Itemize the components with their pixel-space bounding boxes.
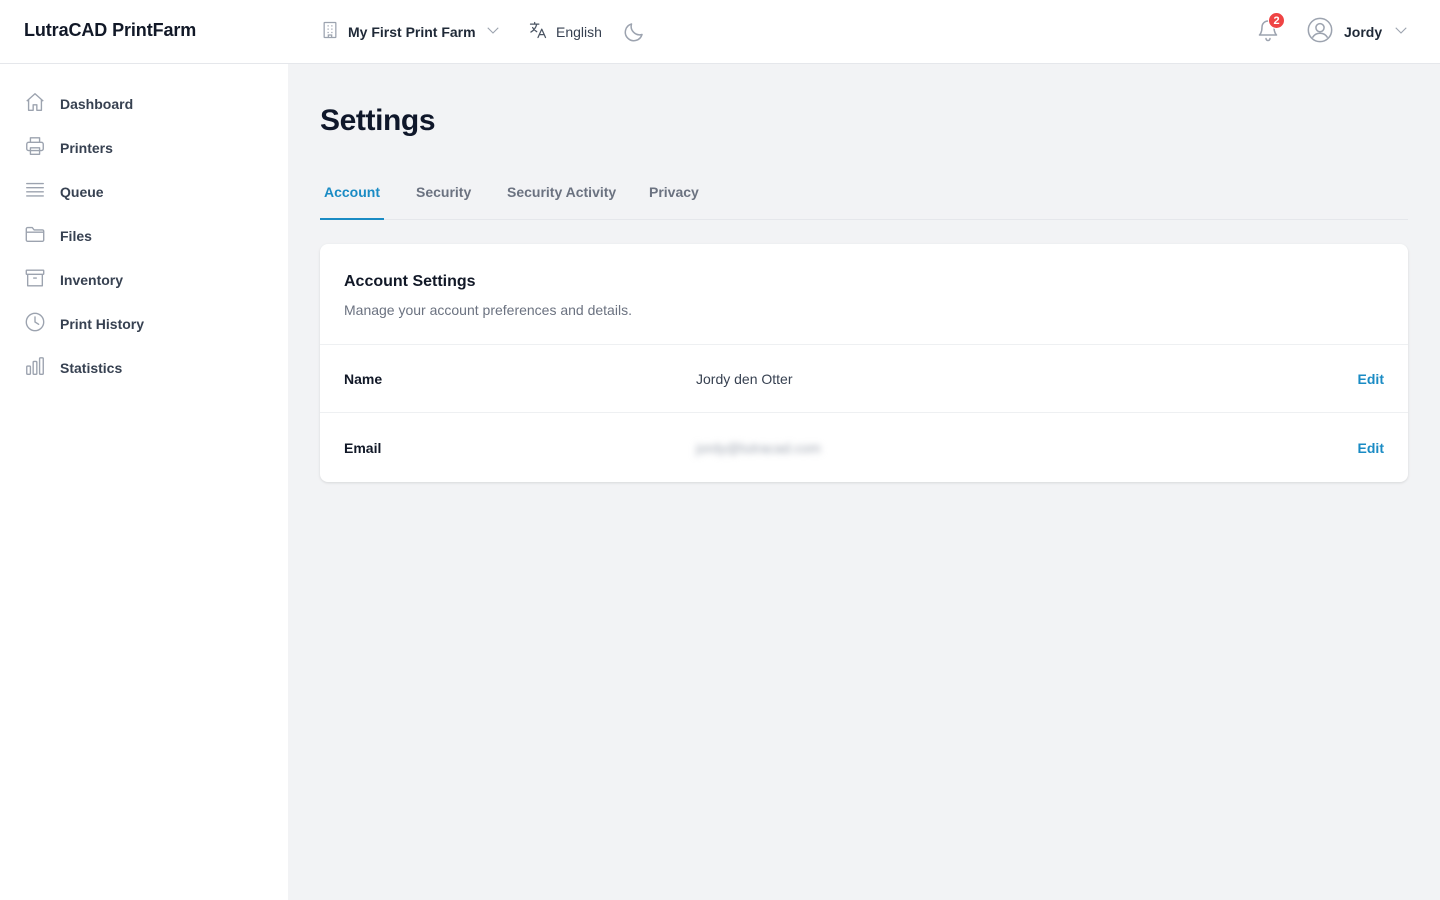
chevron-down-icon	[484, 21, 502, 44]
email-value: jordy@lutracad.com	[696, 440, 821, 456]
sidebar: Dashboard Printers Queue Files Inventory…	[0, 64, 288, 900]
card-header: Account Settings Manage your account pre…	[320, 244, 1408, 345]
app-title: LutraCAD PrintFarm	[24, 20, 197, 40]
card-subtitle: Manage your account preferences and deta…	[344, 302, 632, 318]
language-label: English	[556, 24, 602, 40]
email-row: Email jordy@lutracad.com Edit	[320, 414, 1408, 482]
tab-security[interactable]: Security	[412, 176, 475, 220]
name-label: Name	[344, 371, 383, 387]
sidebar-item-statistics[interactable]: Statistics	[24, 356, 122, 380]
sidebar-item-label: Statistics	[60, 360, 123, 376]
queue-icon	[24, 179, 46, 206]
name-row: Name Jordy den Otter Edit	[320, 345, 1408, 413]
user-name: Jordy	[1344, 24, 1383, 40]
account-settings-card: Account Settings Manage your account pre…	[320, 244, 1408, 482]
user-menu[interactable]: Jordy	[1306, 17, 1410, 47]
farm-selector-label: My First Print Farm	[348, 24, 476, 40]
sidebar-item-queue[interactable]: Queue	[24, 180, 104, 204]
sidebar-item-label: Dashboard	[60, 96, 134, 112]
card-title: Account Settings	[344, 273, 476, 290]
name-value: Jordy den Otter	[696, 371, 793, 387]
notification-count-badge: 2	[1268, 12, 1285, 29]
sidebar-item-label: Queue	[60, 184, 104, 200]
settings-tabs: Account Security Security Activity Priva…	[320, 176, 1408, 220]
home-icon	[24, 91, 46, 118]
sidebar-item-print-history[interactable]: Print History	[24, 312, 144, 336]
archive-icon	[24, 267, 46, 294]
notifications-button[interactable]: 2	[1256, 12, 1285, 46]
translate-icon	[528, 20, 548, 45]
tab-account[interactable]: Account	[320, 176, 384, 220]
user-circle-icon	[1306, 16, 1334, 49]
printer-icon	[24, 135, 46, 162]
farm-selector[interactable]: My First Print Farm	[320, 20, 502, 44]
tab-privacy[interactable]: Privacy	[645, 176, 703, 220]
moon-icon	[622, 23, 646, 48]
clock-icon	[24, 311, 46, 338]
edit-name-button[interactable]: Edit	[1358, 371, 1384, 387]
sidebar-item-inventory[interactable]: Inventory	[24, 268, 123, 292]
sidebar-item-label: Print History	[60, 316, 145, 332]
sidebar-item-label: Inventory	[60, 272, 124, 288]
theme-toggle[interactable]	[622, 20, 646, 44]
top-bar: LutraCAD PrintFarm My First Print Farm E…	[0, 0, 1440, 64]
sidebar-item-label: Printers	[60, 140, 113, 156]
sidebar-item-dashboard[interactable]: Dashboard	[24, 92, 133, 116]
tab-security-activity[interactable]: Security Activity	[503, 176, 620, 220]
folder-icon	[24, 223, 46, 250]
chevron-down-icon	[1392, 21, 1410, 44]
edit-email-button[interactable]: Edit	[1358, 440, 1384, 456]
bar-chart-icon	[24, 355, 46, 382]
email-label: Email	[344, 440, 382, 456]
sidebar-item-files[interactable]: Files	[24, 224, 92, 248]
page-title: Settings	[320, 104, 436, 137]
language-selector[interactable]: English	[528, 20, 602, 44]
building-icon	[320, 20, 340, 45]
sidebar-item-label: Files	[60, 228, 92, 244]
bell-icon	[1256, 20, 1280, 46]
sidebar-item-printers[interactable]: Printers	[24, 136, 113, 160]
